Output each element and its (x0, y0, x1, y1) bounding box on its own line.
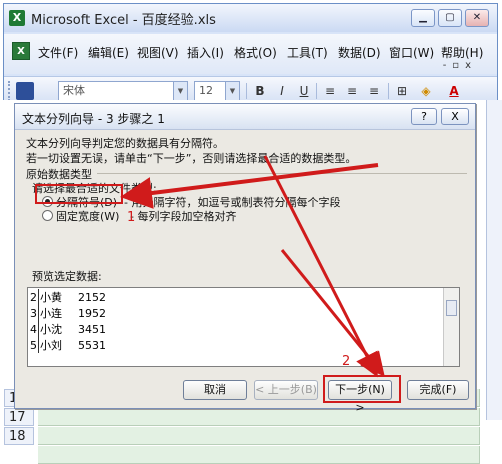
arrow-to-next-a (263, 155, 378, 378)
annotation-arrows (120, 155, 385, 378)
arrow-to-delimited (120, 163, 379, 209)
arrow-to-next-b (280, 249, 385, 377)
